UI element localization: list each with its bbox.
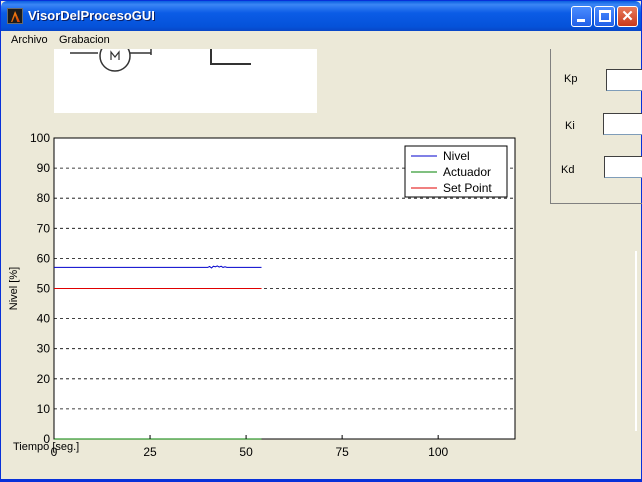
- y-tick-label: 60: [37, 251, 51, 265]
- kp-input[interactable]: [606, 69, 642, 91]
- kd-label: Kd: [561, 164, 575, 176]
- legend-label: Nivel: [443, 149, 470, 163]
- y-tick-label: 20: [37, 372, 51, 386]
- scrollbar-edge: [635, 251, 637, 431]
- y-tick-label: 30: [37, 342, 51, 356]
- ki-input[interactable]: [603, 113, 642, 135]
- y-tick-label: 70: [37, 221, 51, 235]
- legend-label: Actuador: [443, 165, 491, 179]
- pump-icon: [99, 49, 131, 72]
- window-title: VisorDelProcesoGUI: [28, 8, 155, 23]
- main-window: VisorDelProcesoGUI ✕ Archivo Grabacion K…: [0, 0, 642, 482]
- matlab-icon[interactable]: [7, 8, 23, 24]
- y-tick-label: 10: [37, 402, 51, 416]
- minimize-button[interactable]: [571, 6, 592, 27]
- y-axis-label: Nivel [%]: [8, 267, 20, 310]
- x-tick-label: 25: [143, 445, 157, 459]
- legend-label: Set Point: [443, 181, 492, 195]
- x-tick-label: 100: [428, 445, 448, 459]
- x-tick-label: 75: [335, 445, 349, 459]
- close-icon: ✕: [621, 8, 634, 25]
- close-button[interactable]: ✕: [617, 6, 638, 27]
- process-diagram-image: [54, 49, 317, 113]
- kd-input[interactable]: [604, 156, 642, 178]
- maximize-icon: [599, 10, 611, 22]
- kp-label: Kp: [564, 73, 578, 85]
- y-tick-label: 40: [37, 312, 51, 326]
- minimize-icon: [577, 19, 585, 22]
- ki-label: Ki: [565, 120, 575, 132]
- title-bar[interactable]: VisorDelProcesoGUI ✕: [1, 1, 641, 31]
- y-tick-label: 90: [37, 161, 51, 175]
- x-axis-label: Tiempo [seg.]: [13, 441, 79, 453]
- y-tick-label: 80: [37, 191, 51, 205]
- pid-parameters-panel: Kp Ki Kd: [550, 49, 642, 204]
- menu-grabacion[interactable]: Grabacion: [59, 34, 110, 46]
- y-tick-label: 100: [30, 131, 50, 145]
- y-tick-label: 50: [37, 282, 51, 296]
- x-tick-label: 50: [239, 445, 253, 459]
- menu-archivo[interactable]: Archivo: [11, 34, 48, 46]
- menu-bar: Archivo Grabacion: [2, 31, 641, 49]
- chart-legend: Nivel Actuador Set Point: [404, 145, 508, 198]
- maximize-button[interactable]: [594, 6, 615, 27]
- level-chart: 01020304050607080901000 25 50 75 100 Nivel […: [8, 131, 516, 459]
- process-diagram: [70, 49, 251, 72]
